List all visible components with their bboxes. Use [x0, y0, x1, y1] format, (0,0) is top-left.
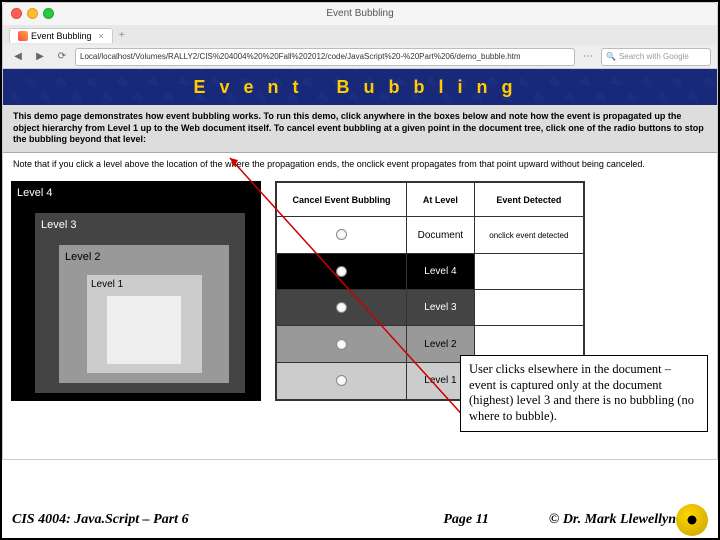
intro-paragraph-1: This demo page demonstrates how event bu… [3, 105, 717, 153]
footer-page: Page 11 [443, 512, 489, 528]
search-icon: 🔍 [606, 52, 616, 61]
tab-label: Event Bubbling [31, 31, 92, 41]
radio-level3[interactable] [336, 302, 347, 313]
slide-footer: CIS 4004: Java.Script – Part 6 Page 11 ©… [0, 506, 720, 534]
new-tab-button[interactable]: + [113, 28, 131, 43]
th-detected: Event Detected [474, 182, 584, 217]
ucf-logo-icon [676, 504, 708, 536]
window-title: Event Bubbling [3, 8, 717, 19]
th-cancel: Cancel Event Bubbling [276, 182, 407, 217]
footer-author: © Dr. Mark Llewellyn [549, 512, 676, 528]
search-placeholder: Search with Google [619, 52, 689, 61]
th-level: At Level [407, 182, 475, 217]
radio-document[interactable] [336, 229, 347, 240]
level-1-label: Level 1 [91, 279, 123, 290]
cell-l3-detected [474, 290, 584, 326]
level-4-box[interactable]: Level 4 Level 3 Level 2 Level 1 [11, 181, 261, 401]
tab-close-icon[interactable]: × [99, 31, 104, 41]
url-field[interactable]: Local/localhost/Volumes/RALLY2/CIS%20400… [75, 48, 575, 66]
level-3-box[interactable]: Level 3 Level 2 Level 1 [35, 213, 245, 393]
cell-l4-label: Level 4 [407, 253, 475, 289]
level-1-box[interactable]: Level 1 [87, 275, 202, 373]
radio-level4[interactable] [336, 266, 347, 277]
level-3-label: Level 3 [41, 219, 76, 231]
level-2-label: Level 2 [65, 251, 100, 263]
cell-document-label: Document [407, 217, 475, 253]
page-banner: go Event Bubbling [3, 69, 717, 105]
level-4-label: Level 4 [17, 187, 52, 199]
table-row-document: Document onclick event detected [276, 217, 584, 253]
url-text: Local/localhost/Volumes/RALLY2/CIS%20400… [80, 52, 521, 61]
table-row-level4: Level 4 [276, 253, 584, 289]
radio-level2[interactable] [336, 339, 347, 350]
table-row-level3: Level 3 [276, 290, 584, 326]
back-button[interactable]: ◀ [9, 49, 27, 65]
cell-document-detected: onclick event detected [474, 217, 584, 253]
banner-word-1: Event [193, 77, 312, 98]
cell-l3-label: Level 3 [407, 290, 475, 326]
tab-bar: Event Bubbling × + [3, 25, 717, 45]
reader-button[interactable]: ⋯ [579, 49, 597, 65]
annotation-callout: User clicks elsewhere in the document – … [460, 355, 708, 432]
reload-button[interactable]: ⟳ [53, 49, 71, 65]
toolbar: ◀ ▶ ⟳ Local/localhost/Volumes/RALLY2/CIS… [3, 45, 717, 69]
browser-tab[interactable]: Event Bubbling × [9, 28, 113, 43]
intro-paragraph-2: Note that if you click a level above the… [3, 153, 717, 177]
footer-course: CIS 4004: Java.Script – Part 6 [12, 512, 189, 528]
cell-l4-detected [474, 253, 584, 289]
radio-level1[interactable] [336, 375, 347, 386]
level-2-box[interactable]: Level 2 Level 1 [59, 245, 229, 383]
tab-favicon [18, 31, 28, 41]
forward-button[interactable]: ▶ [31, 49, 49, 65]
banner-word-2: Bubbling [337, 77, 527, 98]
level-0-box[interactable] [107, 296, 181, 364]
search-field[interactable]: 🔍 Search with Google [601, 48, 711, 66]
